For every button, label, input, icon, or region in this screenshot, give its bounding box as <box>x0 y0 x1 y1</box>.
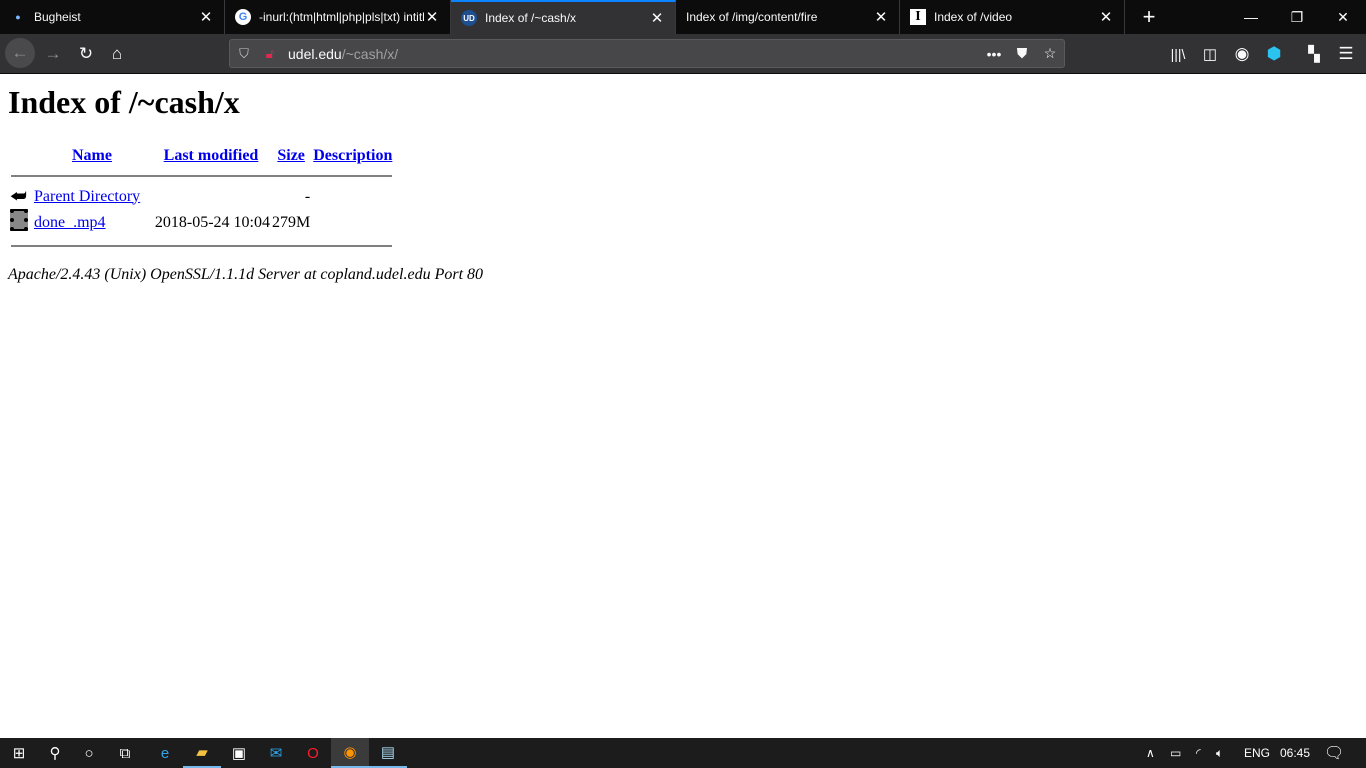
close-icon[interactable]: ✕ <box>873 8 889 26</box>
sort-by-name-link[interactable]: Name <box>72 147 112 164</box>
close-icon[interactable]: ✕ <box>198 8 214 26</box>
firefox-icon[interactable]: ◉ <box>331 738 369 768</box>
clock[interactable]: 06:45 <box>1280 738 1310 768</box>
restore-button[interactable]: ❐ <box>1274 0 1320 34</box>
close-window-button[interactable]: ✕ <box>1320 0 1366 34</box>
store-icon[interactable]: ▣ <box>220 738 258 768</box>
dot-icon: ● <box>15 12 21 22</box>
tab-index-video[interactable]: I Index of /video ✕ <box>900 0 1125 34</box>
wifi-icon[interactable]: ◜ <box>1196 738 1201 768</box>
cortana-icon[interactable]: ○ <box>70 738 108 768</box>
insecure-lock-icon[interactable]: 🔓︎ <box>258 46 282 62</box>
windows-start-icon[interactable]: ⊞ <box>0 738 38 768</box>
menu-icon[interactable]: ☰ <box>1332 40 1360 68</box>
close-icon[interactable]: ✕ <box>649 9 665 27</box>
back-button[interactable]: ← <box>5 38 35 68</box>
table-row: ⮨ Parent Directory - <box>10 186 311 206</box>
file-explorer-icon[interactable]: ▰ <box>183 738 221 768</box>
volume-icon[interactable]: 🔈︎ <box>1216 738 1223 768</box>
mail-icon[interactable]: ✉ <box>257 738 295 768</box>
film-icon <box>10 209 28 231</box>
navigation-toolbar: ← → ↻ ⌂ ⛉ 🔓︎ udel.edu /~cash/x/ ••• ⛊ ☆ … <box>0 34 1366 74</box>
sort-by-size-link[interactable]: Size <box>277 147 305 164</box>
shield-icon[interactable]: ⛉ <box>230 46 258 62</box>
extension-icon[interactable]: ⬢ <box>1260 40 1288 68</box>
new-tab-button[interactable]: + <box>1126 0 1172 34</box>
reload-button[interactable]: ↻ <box>72 40 100 68</box>
divider <box>11 245 393 247</box>
edge-icon[interactable]: e <box>146 738 184 768</box>
whats-new-gift-icon[interactable]: ▚ <box>1300 40 1328 68</box>
notepad-icon[interactable]: ▤ <box>369 738 407 768</box>
tab-strip: ● Bugheist ✕ G -inurl:(htm|html|php|pls|… <box>0 0 1366 34</box>
tab-index-img-content-fire[interactable]: Index of /img/content/fire ✕ <box>676 0 900 34</box>
minimize-button[interactable]: — <box>1228 0 1274 34</box>
notifications-icon[interactable]: 🗨︎ <box>1324 738 1344 768</box>
close-icon[interactable]: ✕ <box>1098 8 1114 26</box>
table-row: done_.mp4 2018-05-24 10:04 279M <box>10 209 393 236</box>
sort-by-last-modified-link[interactable]: Last modified <box>164 147 259 164</box>
divider <box>11 175 393 177</box>
page-actions-icon[interactable]: ••• <box>980 46 1008 62</box>
bookmark-star-icon[interactable]: ☆ <box>1036 45 1064 62</box>
home-button[interactable]: ⌂ <box>103 40 131 68</box>
instapaper-icon: I <box>910 9 926 25</box>
url-path: /~cash/x/ <box>341 45 399 62</box>
parent-directory-link[interactable]: Parent Directory <box>34 188 140 205</box>
sort-by-description-link[interactable]: Description <box>313 147 392 164</box>
show-hidden-icons[interactable]: ∧ <box>1146 738 1155 768</box>
opera-icon[interactable]: O <box>294 738 332 768</box>
file-link[interactable]: done_.mp4 <box>34 214 106 231</box>
battery-icon[interactable]: ▭ <box>1170 738 1181 768</box>
sidebar-icon[interactable]: ◫ <box>1196 40 1224 68</box>
tab-index-cash-x[interactable]: UD Index of /~cash/x ✕ <box>451 0 676 34</box>
tab-bugheist[interactable]: ● Bugheist ✕ <box>0 0 225 34</box>
forward-button[interactable]: → <box>39 40 67 68</box>
task-view-icon[interactable]: ⧉ <box>106 738 144 768</box>
language-indicator[interactable]: ENG <box>1244 738 1270 768</box>
server-signature: Apache/2.4.43 (Unix) OpenSSL/1.1.1d Serv… <box>8 266 484 283</box>
url-domain: udel.edu <box>288 45 342 62</box>
tab-google-search[interactable]: G -inurl:(htm|html|php|pls|txt) intitle:… <box>225 0 451 34</box>
udel-icon: UD <box>461 10 477 26</box>
library-icon[interactable]: |||\ <box>1164 40 1192 68</box>
page-title: Index of /~cash/x <box>8 84 240 120</box>
directory-listing: Name Last modified Size Description ⮨ Pa… <box>8 144 395 256</box>
url-bar[interactable]: ⛉ 🔓︎ udel.edu /~cash/x/ ••• ⛊ ☆ <box>229 39 1065 68</box>
account-icon[interactable]: ◉ <box>1228 40 1256 68</box>
close-icon[interactable]: ✕ <box>424 8 440 26</box>
page-content: Index of /~cash/x Name Last modified Siz… <box>0 74 1366 738</box>
google-icon: G <box>235 9 251 25</box>
pocket-icon[interactable]: ⛊ <box>1008 45 1036 62</box>
taskbar: ⊞ ⚲ ○ ⧉ e ▰ ▣ ✉ O ◉ ▤ ∧ ▭ ◜ 🔈︎ ENG 06:45… <box>0 738 1366 768</box>
search-icon[interactable]: ⚲ <box>36 738 74 768</box>
back-arrow-icon: ⮨ <box>10 186 27 206</box>
